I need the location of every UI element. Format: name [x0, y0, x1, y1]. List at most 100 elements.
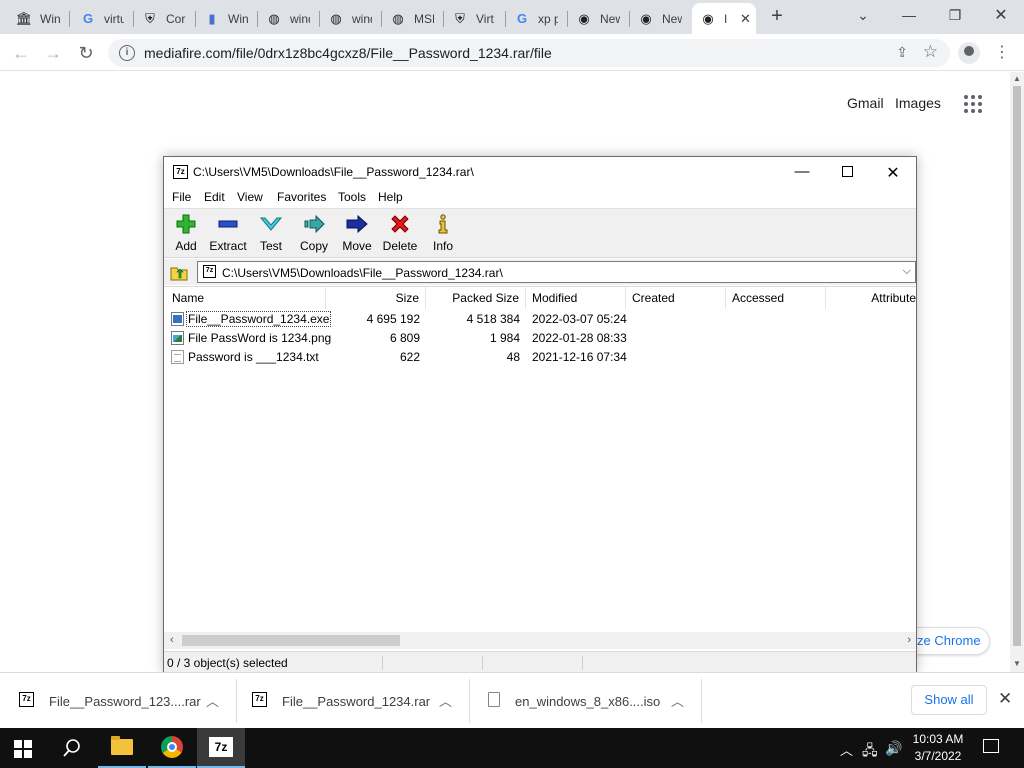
scroll-left-icon[interactable]: ‹ [170, 634, 174, 646]
column-header-name[interactable]: Name [164, 287, 326, 309]
copy-button[interactable]: Copy [292, 209, 336, 259]
menu-favorites[interactable]: Favorites [277, 190, 326, 204]
menu-help[interactable]: Help [378, 190, 403, 204]
browser-tab-10[interactable]: ◉ New [568, 3, 630, 34]
scroll-right-icon[interactable]: › [907, 634, 911, 646]
browser-tab-8[interactable]: ⛨ Virt [444, 3, 506, 34]
page-scrollbar[interactable]: ▲ ▼ [1010, 72, 1024, 672]
menu-tools[interactable]: Tools [338, 190, 366, 204]
browser-tab-5[interactable]: ◍ wind [258, 3, 320, 34]
menu-file[interactable]: File [172, 190, 191, 204]
globe-icon: ◍ [392, 10, 404, 26]
reload-button[interactable]: ↻ [73, 40, 99, 66]
7zip-maximize-button[interactable] [842, 166, 853, 177]
restore-button[interactable]: ❐ [932, 0, 978, 30]
file-modified: 2021-12-16 07:34 [532, 350, 627, 364]
disc-image-file-icon [488, 692, 500, 707]
column-header-accessed[interactable]: Accessed [726, 287, 826, 309]
chevron-up-icon[interactable]: ︿ [671, 691, 684, 710]
status-divider [382, 656, 383, 670]
info-icon [421, 213, 465, 235]
file-explorer-taskbar-button[interactable] [98, 728, 146, 768]
google-icon: G [82, 11, 94, 26]
volume-icon[interactable]: 🔊 [885, 740, 902, 757]
browser-tab-3[interactable]: ⛨ Cor [134, 3, 196, 34]
7zip-title-bar[interactable]: 7z C:\Users\VM5\Downloads\File__Password… [164, 157, 916, 187]
delete-button[interactable]: Delete [378, 209, 422, 259]
chevron-up-icon[interactable]: ︿ [439, 691, 452, 710]
scroll-down-icon[interactable]: ▼ [1013, 659, 1021, 668]
7zip-close-button[interactable]: ✕ [883, 163, 903, 182]
url-text[interactable]: mediafire.com/file/0drx1z8bc4gcxz8/File_… [144, 45, 552, 61]
column-header-modified[interactable]: Modified [526, 287, 626, 309]
show-hidden-icons-chevron-icon[interactable]: ︿ [840, 740, 853, 759]
menu-view[interactable]: View [237, 190, 263, 204]
address-bar[interactable]: i mediafire.com/file/0drx1z8bc4gcxz8/Fil… [108, 39, 950, 67]
browser-tab-active[interactable]: ◉ I ✕ [692, 3, 756, 34]
minimize-button[interactable]: — [886, 0, 932, 30]
7zip-logo-icon: 7z [173, 165, 188, 179]
folder-up-icon[interactable] [170, 263, 188, 281]
scrollbar-thumb[interactable] [182, 635, 400, 646]
bookmark-star-icon[interactable]: ☆ [923, 42, 938, 62]
browser-tab-6[interactable]: ◍ wind [320, 3, 382, 34]
tab-close-icon[interactable]: ✕ [740, 11, 751, 27]
new-tab-button[interactable]: + [766, 6, 788, 28]
download-item[interactable]: 7z File__Password_1234.rar ︿ [252, 679, 470, 723]
chrome-menu-icon[interactable]: ⋮ [994, 42, 1010, 62]
column-header-packed-size[interactable]: Packed Size [426, 287, 526, 309]
search-icon[interactable] [62, 738, 82, 758]
close-button[interactable]: ✕ [978, 0, 1024, 30]
text-file-icon [171, 350, 184, 364]
download-item[interactable]: en_windows_8_x86....iso ︿ [487, 679, 702, 723]
forward-button[interactable]: → [40, 40, 66, 66]
scroll-up-icon[interactable]: ▲ [1013, 74, 1021, 83]
add-button[interactable]: Add [164, 209, 208, 259]
network-icon[interactable]: 🖧 [862, 740, 878, 764]
browser-tab-11[interactable]: ◉ New [630, 3, 692, 34]
site-info-icon[interactable]: i [119, 45, 135, 61]
profile-avatar[interactable] [958, 42, 980, 64]
show-all-button[interactable]: Show all [911, 685, 987, 715]
browser-tab-7[interactable]: ◍ MSE [382, 3, 444, 34]
move-button[interactable]: Move [335, 209, 379, 259]
path-text[interactable]: C:\Users\VM5\Downloads\File__Password_12… [222, 266, 503, 280]
images-link[interactable]: Images [895, 95, 941, 111]
chrome-taskbar-button[interactable] [148, 728, 196, 768]
chevron-down-icon[interactable]: ⌵ [903, 265, 911, 278]
7zip-menu-bar: File Edit View Favorites Tools Help [164, 187, 916, 207]
7zip-minimize-button[interactable]: — [792, 163, 812, 181]
horizontal-scrollbar[interactable]: ‹ › [164, 632, 916, 649]
test-button[interactable]: Test [249, 209, 293, 259]
column-header-attributes[interactable]: Attribute [826, 287, 916, 309]
scrollbar-thumb[interactable] [1013, 86, 1021, 646]
notification-icon[interactable] [983, 739, 999, 753]
7zip-taskbar-button[interactable]: 7z [197, 728, 245, 768]
google-apps-icon[interactable] [964, 95, 982, 113]
clock[interactable]: 10:03 AM 3/7/2022 [905, 731, 971, 765]
table-row[interactable]: File__Password_1234.exe 4 695 192 4 518 … [164, 310, 916, 329]
browser-tab-1[interactable]: 🏛 Win [8, 3, 70, 34]
browser-tab-9[interactable]: G xp p [506, 3, 568, 34]
path-combobox[interactable]: 7z C:\Users\VM5\Downloads\File__Password… [197, 261, 916, 283]
bookmark-icon: ▮ [208, 10, 216, 26]
windows-start-icon[interactable] [14, 740, 32, 758]
back-button[interactable]: ← [8, 40, 34, 66]
info-button[interactable]: Info [421, 209, 465, 259]
close-downloads-icon[interactable]: ✕ [998, 689, 1012, 709]
tab-search-icon[interactable]: ⌄ [840, 0, 886, 30]
browser-tab-4[interactable]: ▮ Win [196, 3, 258, 34]
table-row[interactable]: File PassWord is 1234.png 6 809 1 984 20… [164, 329, 916, 348]
column-header-created[interactable]: Created [626, 287, 726, 309]
browser-tab-2[interactable]: G virtu [72, 3, 134, 34]
gmail-link[interactable]: Gmail [847, 95, 884, 111]
download-item[interactable]: 7z File__Password_123....rar ︿ [19, 679, 237, 723]
column-header-size[interactable]: Size [326, 287, 426, 309]
file-list[interactable]: Name Size Packed Size Modified Created A… [164, 286, 916, 632]
extract-button[interactable]: Extract [206, 209, 250, 259]
chevron-up-icon[interactable]: ︿ [206, 691, 219, 710]
table-row[interactable]: Password is ___1234.txt 622 48 2021-12-1… [164, 348, 916, 367]
share-icon[interactable]: ⇪ [896, 44, 908, 61]
taskbar: 7z ︿ 🖧 🔊 10:03 AM 3/7/2022 [0, 728, 1024, 768]
menu-edit[interactable]: Edit [204, 190, 225, 204]
